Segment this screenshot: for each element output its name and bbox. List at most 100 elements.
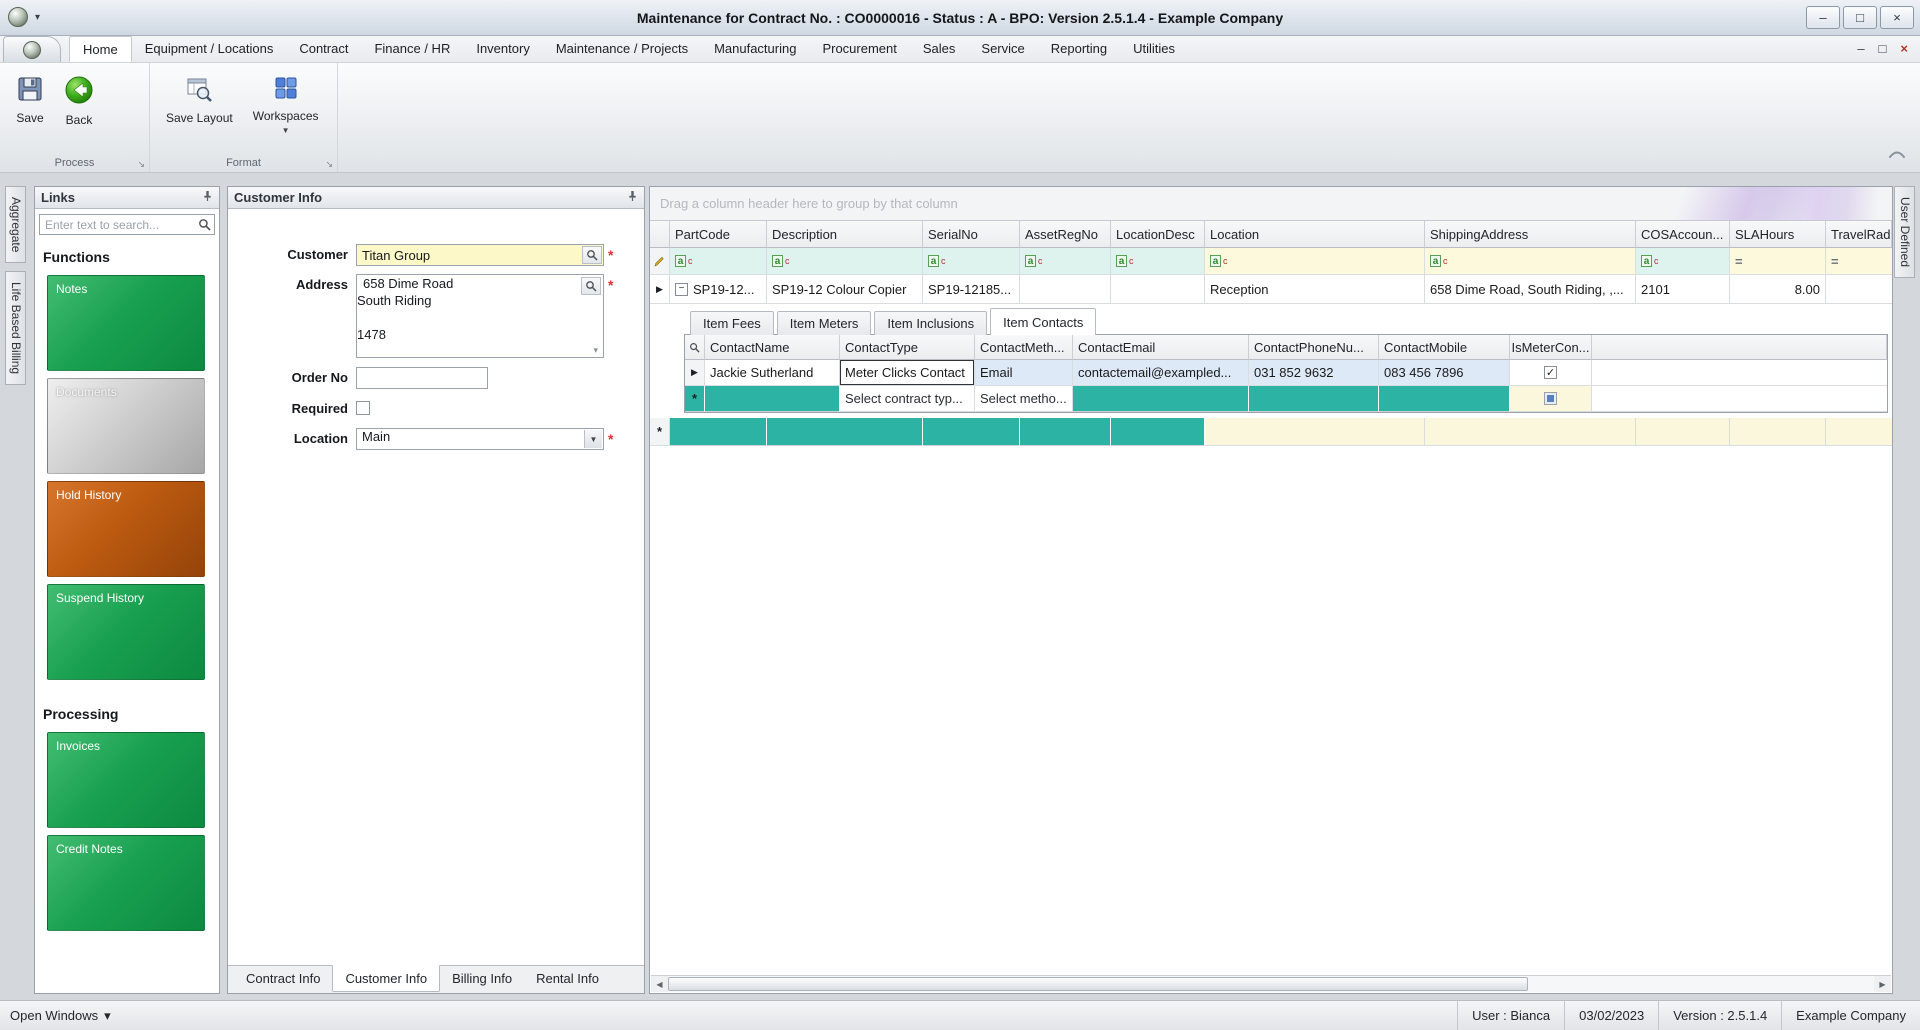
child-restore-button[interactable]: □ (1879, 41, 1887, 56)
app-logo-icon[interactable] (8, 7, 28, 27)
filter-cell-assetregno[interactable]: ac (1020, 248, 1111, 275)
new-cell-contactname[interactable] (705, 386, 840, 412)
new-cell-contactmobile[interactable] (1379, 386, 1510, 412)
group-by-panel[interactable]: Drag a column header here to group by th… (650, 187, 1892, 221)
cell-serialno[interactable]: SP19-12185... (923, 275, 1020, 304)
tab-item-contacts[interactable]: Item Contacts (990, 308, 1097, 335)
cell-contactemail[interactable]: contactemail@exampled... (1073, 360, 1249, 386)
address-scroll-icon[interactable]: ▾ (593, 345, 598, 356)
child-minimize-button[interactable]: – (1857, 41, 1864, 56)
column-header-assetregno[interactable]: AssetRegNo (1020, 221, 1111, 248)
column-header-contactemail[interactable]: ContactEmail (1073, 335, 1249, 360)
workspaces-button[interactable]: Workspaces ▼ (245, 70, 327, 140)
cell-ismetercontact[interactable]: ✓ (1510, 360, 1592, 386)
new-cell-contactphone[interactable] (1249, 386, 1379, 412)
column-header-contactmethod[interactable]: ContactMeth... (975, 335, 1073, 360)
filter-cell-serialno[interactable]: ac (923, 248, 1020, 275)
sidebar-tab-user-defined[interactable]: User Defined (1894, 186, 1915, 279)
back-button[interactable]: Back (56, 70, 102, 132)
column-header-partcode[interactable]: PartCode (670, 221, 767, 248)
column-header-contactphone[interactable]: ContactPhoneNu... (1249, 335, 1379, 360)
detail-new-item-row[interactable]: * Select contract typ... Select metho... (685, 386, 1887, 412)
new-cell-contactemail[interactable] (1073, 386, 1249, 412)
new-cell-description[interactable] (767, 418, 923, 446)
filter-cell-shippingaddress[interactable]: ac (1425, 248, 1636, 275)
new-cell-serialno[interactable] (923, 418, 1020, 446)
close-button[interactable]: × (1880, 6, 1914, 29)
menu-tab-contract[interactable]: Contract (286, 36, 361, 62)
minimize-button[interactable]: – (1806, 6, 1840, 29)
credit-notes-button[interactable]: Credit Notes (47, 835, 205, 931)
new-cell-partcode[interactable] (670, 418, 767, 446)
new-cell-shippingaddress[interactable] (1425, 418, 1636, 446)
new-cell-assetregno[interactable] (1020, 418, 1111, 446)
filter-cell-slahours[interactable]: = (1730, 248, 1826, 275)
filter-cell-partcode[interactable]: ac (670, 248, 767, 275)
tab-item-inclusions[interactable]: Item Inclusions (874, 311, 988, 335)
menu-tab-equipment-locations[interactable]: Equipment / Locations (132, 36, 287, 62)
dialog-launcher-icon[interactable]: ↘ (325, 159, 333, 170)
collapse-detail-icon[interactable]: − (675, 282, 688, 296)
suspend-history-button[interactable]: Suspend History (47, 584, 205, 680)
menu-tab-utilities[interactable]: Utilities (1120, 36, 1188, 62)
column-header-description[interactable]: Description (767, 221, 923, 248)
menu-tab-sales[interactable]: Sales (910, 36, 969, 62)
column-header-shippingaddress[interactable]: ShippingAddress (1425, 221, 1636, 248)
location-dropdown[interactable]: Main ▼ (356, 428, 604, 450)
documents-button[interactable]: Documents (47, 378, 205, 474)
cell-contactname[interactable]: Jackie Sutherland (705, 360, 840, 386)
menu-tab-home[interactable]: Home (69, 36, 132, 62)
column-header-cosaccount[interactable]: COSAccoun... (1636, 221, 1730, 248)
menu-tab-reporting[interactable]: Reporting (1038, 36, 1120, 62)
hold-history-button[interactable]: Hold History (47, 481, 205, 577)
search-icon[interactable] (198, 218, 211, 234)
scrollbar-track[interactable] (668, 976, 1874, 992)
invoices-button[interactable]: Invoices (47, 732, 205, 828)
detail-data-row[interactable]: ▶ Jackie Sutherland Meter Clicks Contact… (685, 360, 1887, 386)
column-header-slahours[interactable]: SLAHours (1730, 221, 1826, 248)
column-header-contacttype[interactable]: ContactType (840, 335, 975, 360)
new-cell-contactmethod[interactable]: Select metho... (975, 386, 1073, 412)
cell-cosaccount[interactable]: 2101 (1636, 275, 1730, 304)
column-header-contactname[interactable]: ContactName (705, 335, 840, 360)
cell-contactmethod[interactable]: Email (975, 360, 1073, 386)
new-cell-slahours[interactable] (1730, 418, 1826, 446)
ribbon-collapse-icon[interactable] (1888, 147, 1906, 162)
customer-field[interactable] (356, 244, 604, 266)
cell-contactmobile[interactable]: 083 456 7896 (1379, 360, 1510, 386)
filter-cell-locationdesc[interactable]: ac (1111, 248, 1205, 275)
sidebar-tab-aggregate[interactable]: Aggregate (5, 186, 26, 264)
scroll-right-button[interactable]: ▶ (1874, 980, 1891, 989)
maximize-button[interactable]: □ (1843, 6, 1877, 29)
cell-locationdesc[interactable] (1111, 275, 1205, 304)
links-search-input[interactable] (39, 214, 215, 235)
cell-location[interactable]: Reception (1205, 275, 1425, 304)
grid-new-item-row[interactable]: * (650, 418, 1892, 446)
tab-rental-info[interactable]: Rental Info (524, 966, 611, 991)
new-cell-travelradius[interactable] (1826, 418, 1892, 446)
save-button[interactable]: Save (8, 70, 52, 130)
menu-tab-inventory[interactable]: Inventory (463, 36, 542, 62)
chevron-down-icon[interactable]: ▼ (584, 430, 602, 448)
cell-shippingaddress[interactable]: 658 Dime Road, South Riding, ,... (1425, 275, 1636, 304)
menu-tab-procurement[interactable]: Procurement (809, 36, 909, 62)
cell-contacttype-editor[interactable]: Meter Clicks Contact (840, 360, 975, 386)
save-layout-button[interactable]: Save Layout (158, 70, 241, 130)
indeterminate-checkbox[interactable] (1544, 392, 1557, 405)
order-no-input[interactable] (356, 367, 488, 389)
filter-cell-cosaccount[interactable]: ac (1636, 248, 1730, 275)
notes-button[interactable]: Notes (47, 275, 205, 371)
menu-tab-finance-hr[interactable]: Finance / HR (361, 36, 463, 62)
column-header-travelradius[interactable]: TravelRadiu... (1826, 221, 1892, 248)
tab-customer-info[interactable]: Customer Info (332, 965, 441, 992)
filter-cell-location[interactable]: ac (1205, 248, 1425, 275)
pin-icon[interactable] (627, 190, 638, 205)
child-close-button[interactable]: × (1900, 41, 1908, 56)
tab-item-meters[interactable]: Item Meters (776, 311, 872, 335)
detail-search-icon[interactable] (685, 335, 705, 360)
tab-contract-info[interactable]: Contract Info (234, 966, 332, 991)
quick-access-dropdown-icon[interactable]: ▾ (35, 12, 40, 23)
cell-assetregno[interactable] (1020, 275, 1111, 304)
checked-checkbox[interactable]: ✓ (1544, 366, 1557, 379)
address-field[interactable]: 658 Dime Road South Riding 1478 ▾ (356, 274, 604, 358)
